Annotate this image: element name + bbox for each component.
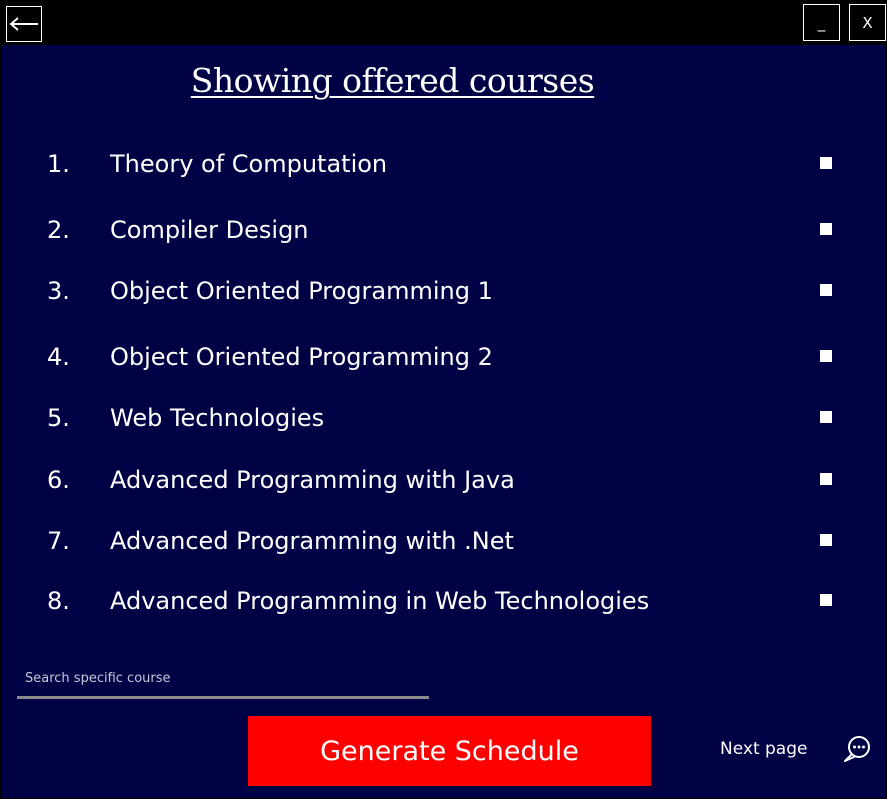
course-checkbox[interactable] bbox=[820, 473, 832, 485]
course-checkbox[interactable] bbox=[820, 157, 832, 169]
close-button[interactable]: X bbox=[849, 4, 886, 41]
course-row: 7. Advanced Programming with .Net bbox=[1, 521, 886, 561]
course-number: 2. bbox=[47, 216, 70, 244]
course-name: Web Technologies bbox=[110, 404, 325, 432]
course-number: 6. bbox=[47, 466, 70, 494]
minimize-button[interactable]: _ bbox=[803, 4, 840, 41]
chat-bubble-icon[interactable] bbox=[842, 734, 872, 764]
search-field bbox=[17, 661, 429, 699]
course-checkbox[interactable] bbox=[820, 534, 832, 546]
course-row: 5. Web Technologies bbox=[1, 398, 886, 438]
course-checkbox[interactable] bbox=[820, 284, 832, 296]
course-name: Advanced Programming with Java bbox=[110, 466, 515, 494]
course-checkbox[interactable] bbox=[820, 223, 832, 235]
course-row: 3. Object Oriented Programming 1 bbox=[1, 271, 886, 311]
title-bar: _ X bbox=[1, 1, 886, 45]
course-checkbox[interactable] bbox=[820, 350, 832, 362]
course-checkbox[interactable] bbox=[820, 411, 832, 423]
course-name: Object Oriented Programming 1 bbox=[110, 277, 493, 305]
generate-schedule-button[interactable]: Generate Schedule bbox=[248, 716, 651, 786]
course-row: 4. Object Oriented Programming 2 bbox=[1, 337, 886, 377]
course-name: Theory of Computation bbox=[110, 150, 388, 178]
course-number: 7. bbox=[47, 527, 70, 555]
course-row: 1. Theory of Computation bbox=[1, 144, 886, 184]
course-number: 1. bbox=[47, 150, 70, 178]
course-row: 6. Advanced Programming with Java bbox=[1, 460, 886, 500]
course-checkbox[interactable] bbox=[820, 594, 832, 606]
page-title: Showing offered courses bbox=[190, 61, 595, 100]
course-number: 8. bbox=[47, 587, 70, 615]
search-input[interactable] bbox=[17, 661, 429, 695]
course-row: 2. Compiler Design bbox=[1, 210, 886, 250]
app-window: _ X Showing offered courses 1. Theory of… bbox=[0, 0, 887, 799]
course-name: Object Oriented Programming 2 bbox=[110, 343, 493, 371]
course-name: Compiler Design bbox=[110, 216, 309, 244]
course-row: 8. Advanced Programming in Web Technolog… bbox=[1, 581, 886, 621]
course-number: 5. bbox=[47, 404, 70, 432]
course-name: Advanced Programming in Web Technologies bbox=[110, 587, 650, 615]
course-number: 3. bbox=[47, 277, 70, 305]
course-number: 4. bbox=[47, 343, 70, 371]
back-button[interactable] bbox=[6, 6, 42, 42]
course-name: Advanced Programming with .Net bbox=[110, 527, 514, 555]
next-page-link[interactable]: Next page bbox=[720, 737, 807, 761]
arrow-left-icon bbox=[9, 17, 38, 31]
